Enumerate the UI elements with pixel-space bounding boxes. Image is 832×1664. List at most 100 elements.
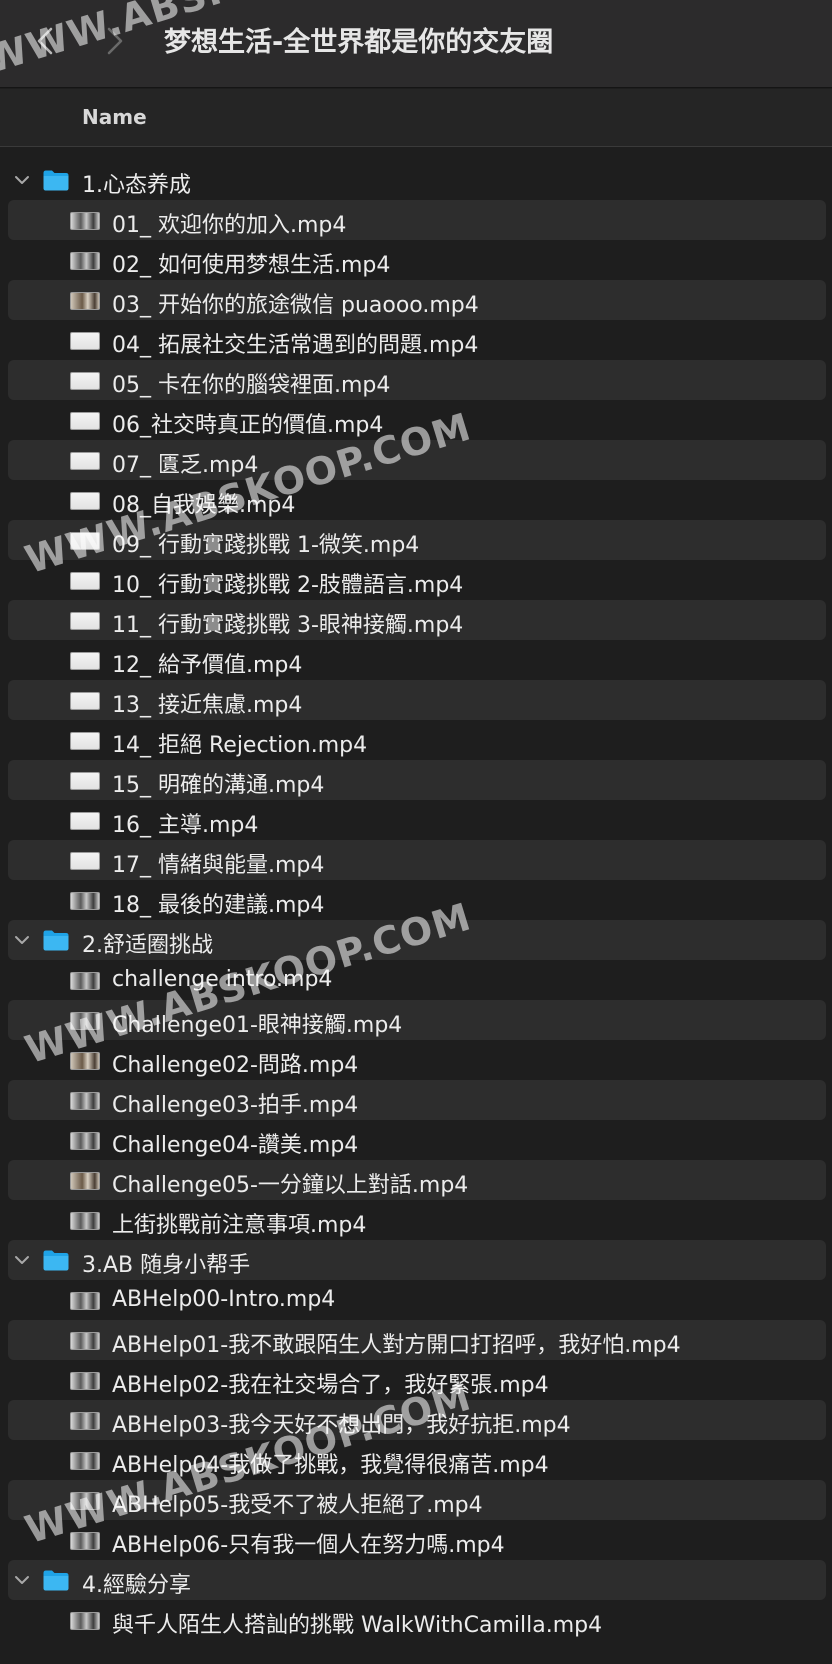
file-name: 08_自我娛樂.mp4: [112, 493, 296, 518]
video-thumbnail-icon: [70, 1092, 100, 1110]
video-thumbnail-icon: [70, 732, 100, 750]
file-row[interactable]: 06_社交時真正的價值.mp4: [0, 400, 832, 440]
forward-button[interactable]: [100, 22, 130, 60]
video-thumbnail-icon: [70, 1372, 100, 1390]
video-thumbnail-icon: [70, 452, 100, 470]
file-row[interactable]: 02_ 如何使用梦想生活.mp4: [0, 240, 832, 280]
file-row[interactable]: ABHelp01-我不敢跟陌生人對方開口打招呼，我好怕.mp4: [0, 1320, 832, 1360]
file-row[interactable]: 05_ 卡在你的腦袋裡面.mp4: [0, 360, 832, 400]
file-row[interactable]: 與千人陌生人搭訕的挑戰 WalkWithCamilla.mp4: [0, 1600, 832, 1640]
video-thumbnail-icon: [70, 372, 100, 390]
file-row[interactable]: 15_ 明確的溝通.mp4: [0, 760, 832, 800]
file-name: 16_ 主導.mp4: [112, 813, 259, 838]
folder-name: 3.AB 随身小帮手: [82, 1253, 251, 1278]
file-name: 04_ 拓展社交生活常遇到的問題.mp4: [112, 333, 479, 358]
disclosure-chevron-icon[interactable]: [12, 171, 32, 189]
file-name: 18_ 最後的建議.mp4: [112, 893, 325, 918]
file-name: ABHelp03-我今天好不想出門，我好抗拒.mp4: [112, 1413, 571, 1438]
back-button[interactable]: [30, 22, 60, 60]
video-thumbnail-icon: [70, 532, 100, 550]
disclosure-chevron-icon[interactable]: [12, 931, 32, 949]
file-name: 17_ 情緒與能量.mp4: [112, 853, 325, 878]
video-thumbnail-icon: [70, 1612, 100, 1630]
file-row[interactable]: ABHelp03-我今天好不想出門，我好抗拒.mp4: [0, 1400, 832, 1440]
file-row[interactable]: Challenge05-一分鐘以上對話.mp4: [0, 1160, 832, 1200]
video-thumbnail-icon: [70, 1212, 100, 1230]
column-header: Name: [0, 89, 832, 147]
file-row[interactable]: Challenge04-讚美.mp4: [0, 1120, 832, 1160]
file-row[interactable]: 04_ 拓展社交生活常遇到的問題.mp4: [0, 320, 832, 360]
file-row[interactable]: ABHelp06-只有我一個人在努力嗎.mp4: [0, 1520, 832, 1560]
file-row[interactable]: ABHelp02-我在社交場合了，我好緊張.mp4: [0, 1360, 832, 1400]
window-title: 梦想生活-全世界都是你的交友圈: [164, 27, 554, 58]
video-thumbnail-icon: [70, 1452, 100, 1470]
folder-name: 1.心态养成: [82, 173, 191, 198]
video-thumbnail-icon: [70, 332, 100, 350]
file-row[interactable]: 12_ 給予價值.mp4: [0, 640, 832, 680]
file-row[interactable]: 07_ 匱乏.mp4: [0, 440, 832, 480]
video-thumbnail-icon: [70, 1412, 100, 1430]
file-name: 09_ 行動實踐挑戰 1-微笑.mp4: [112, 533, 420, 558]
folder-row[interactable]: 3.AB 随身小帮手: [0, 1240, 832, 1280]
folder-icon: [42, 168, 70, 192]
name-column-header[interactable]: Name: [82, 105, 147, 129]
file-row[interactable]: 11_ 行動實踐挑戰 3-眼神接觸.mp4: [0, 600, 832, 640]
folder-icon: [42, 1248, 70, 1272]
file-row[interactable]: 18_ 最後的建議.mp4: [0, 880, 832, 920]
file-row[interactable]: ABHelp04-我做了挑戰，我覺得很痛苦.mp4: [0, 1440, 832, 1480]
video-thumbnail-icon: [70, 1292, 100, 1310]
file-name: ABHelp02-我在社交場合了，我好緊張.mp4: [112, 1373, 549, 1398]
file-row[interactable]: Challenge03-拍手.mp4: [0, 1080, 832, 1120]
file-name: 01_ 欢迎你的加入.mp4: [112, 213, 347, 238]
file-row[interactable]: 17_ 情緒與能量.mp4: [0, 840, 832, 880]
file-name: 上街挑戰前注意事項.mp4: [112, 1213, 367, 1238]
video-thumbnail-icon: [70, 692, 100, 710]
file-row[interactable]: 09_ 行動實踐挑戰 1-微笑.mp4: [0, 520, 832, 560]
chevron-right-icon: [107, 27, 123, 55]
file-row[interactable]: 10_ 行動實踐挑戰 2-肢體語言.mp4: [0, 560, 832, 600]
file-name: ABHelp04-我做了挑戰，我覺得很痛苦.mp4: [112, 1453, 549, 1478]
file-name: ABHelp06-只有我一個人在努力嗎.mp4: [112, 1533, 505, 1558]
video-thumbnail-icon: [70, 572, 100, 590]
file-row[interactable]: 08_自我娛樂.mp4: [0, 480, 832, 520]
file-name: ABHelp00-Intro.mp4: [112, 1287, 336, 1312]
file-row[interactable]: Challenge01-眼神接觸.mp4: [0, 1000, 832, 1040]
chevron-left-icon: [37, 27, 53, 55]
folder-row[interactable]: 1.心态养成: [0, 160, 832, 200]
file-name: 03_ 开始你的旅途微信 puaooo.mp4: [112, 293, 479, 318]
video-thumbnail-icon: [70, 1492, 100, 1510]
video-thumbnail-icon: [70, 1132, 100, 1150]
folder-icon: [42, 928, 70, 952]
file-name: Challenge02-問路.mp4: [112, 1053, 359, 1078]
file-name: Challenge03-拍手.mp4: [112, 1093, 359, 1118]
file-row[interactable]: 03_ 开始你的旅途微信 puaooo.mp4: [0, 280, 832, 320]
folder-row[interactable]: 2.舒适圈挑战: [0, 920, 832, 960]
file-row[interactable]: 13_ 接近焦慮.mp4: [0, 680, 832, 720]
file-row[interactable]: 14_ 拒絕 Rejection.mp4: [0, 720, 832, 760]
video-thumbnail-icon: [70, 892, 100, 910]
video-thumbnail-icon: [70, 652, 100, 670]
file-name: challenge intro.mp4: [112, 967, 333, 992]
file-name: 與千人陌生人搭訕的挑戰 WalkWithCamilla.mp4: [112, 1613, 603, 1638]
file-row[interactable]: ABHelp00-Intro.mp4: [0, 1280, 832, 1320]
file-name: 14_ 拒絕 Rejection.mp4: [112, 733, 368, 758]
file-row[interactable]: ABHelp05-我受不了被人拒絕了.mp4: [0, 1480, 832, 1520]
file-name: 06_社交時真正的價值.mp4: [112, 413, 384, 438]
video-thumbnail-icon: [70, 1052, 100, 1070]
file-row[interactable]: challenge intro.mp4: [0, 960, 832, 1000]
file-row[interactable]: 01_ 欢迎你的加入.mp4: [0, 200, 832, 240]
file-name: Challenge01-眼神接觸.mp4: [112, 1013, 403, 1038]
file-name: ABHelp01-我不敢跟陌生人對方開口打招呼，我好怕.mp4: [112, 1333, 681, 1358]
file-row[interactable]: Challenge02-問路.mp4: [0, 1040, 832, 1080]
video-thumbnail-icon: [70, 212, 100, 230]
folder-name: 4.經驗分享: [82, 1573, 191, 1598]
disclosure-chevron-icon[interactable]: [12, 1571, 32, 1589]
folder-row[interactable]: 4.經驗分享: [0, 1560, 832, 1600]
file-name: 12_ 給予價值.mp4: [112, 653, 303, 678]
file-row[interactable]: 16_ 主導.mp4: [0, 800, 832, 840]
file-name: ABHelp05-我受不了被人拒絕了.mp4: [112, 1493, 483, 1518]
video-thumbnail-icon: [70, 1172, 100, 1190]
file-row[interactable]: 上街挑戰前注意事項.mp4: [0, 1200, 832, 1240]
disclosure-chevron-icon[interactable]: [12, 1251, 32, 1269]
folder-icon: [42, 1568, 70, 1592]
